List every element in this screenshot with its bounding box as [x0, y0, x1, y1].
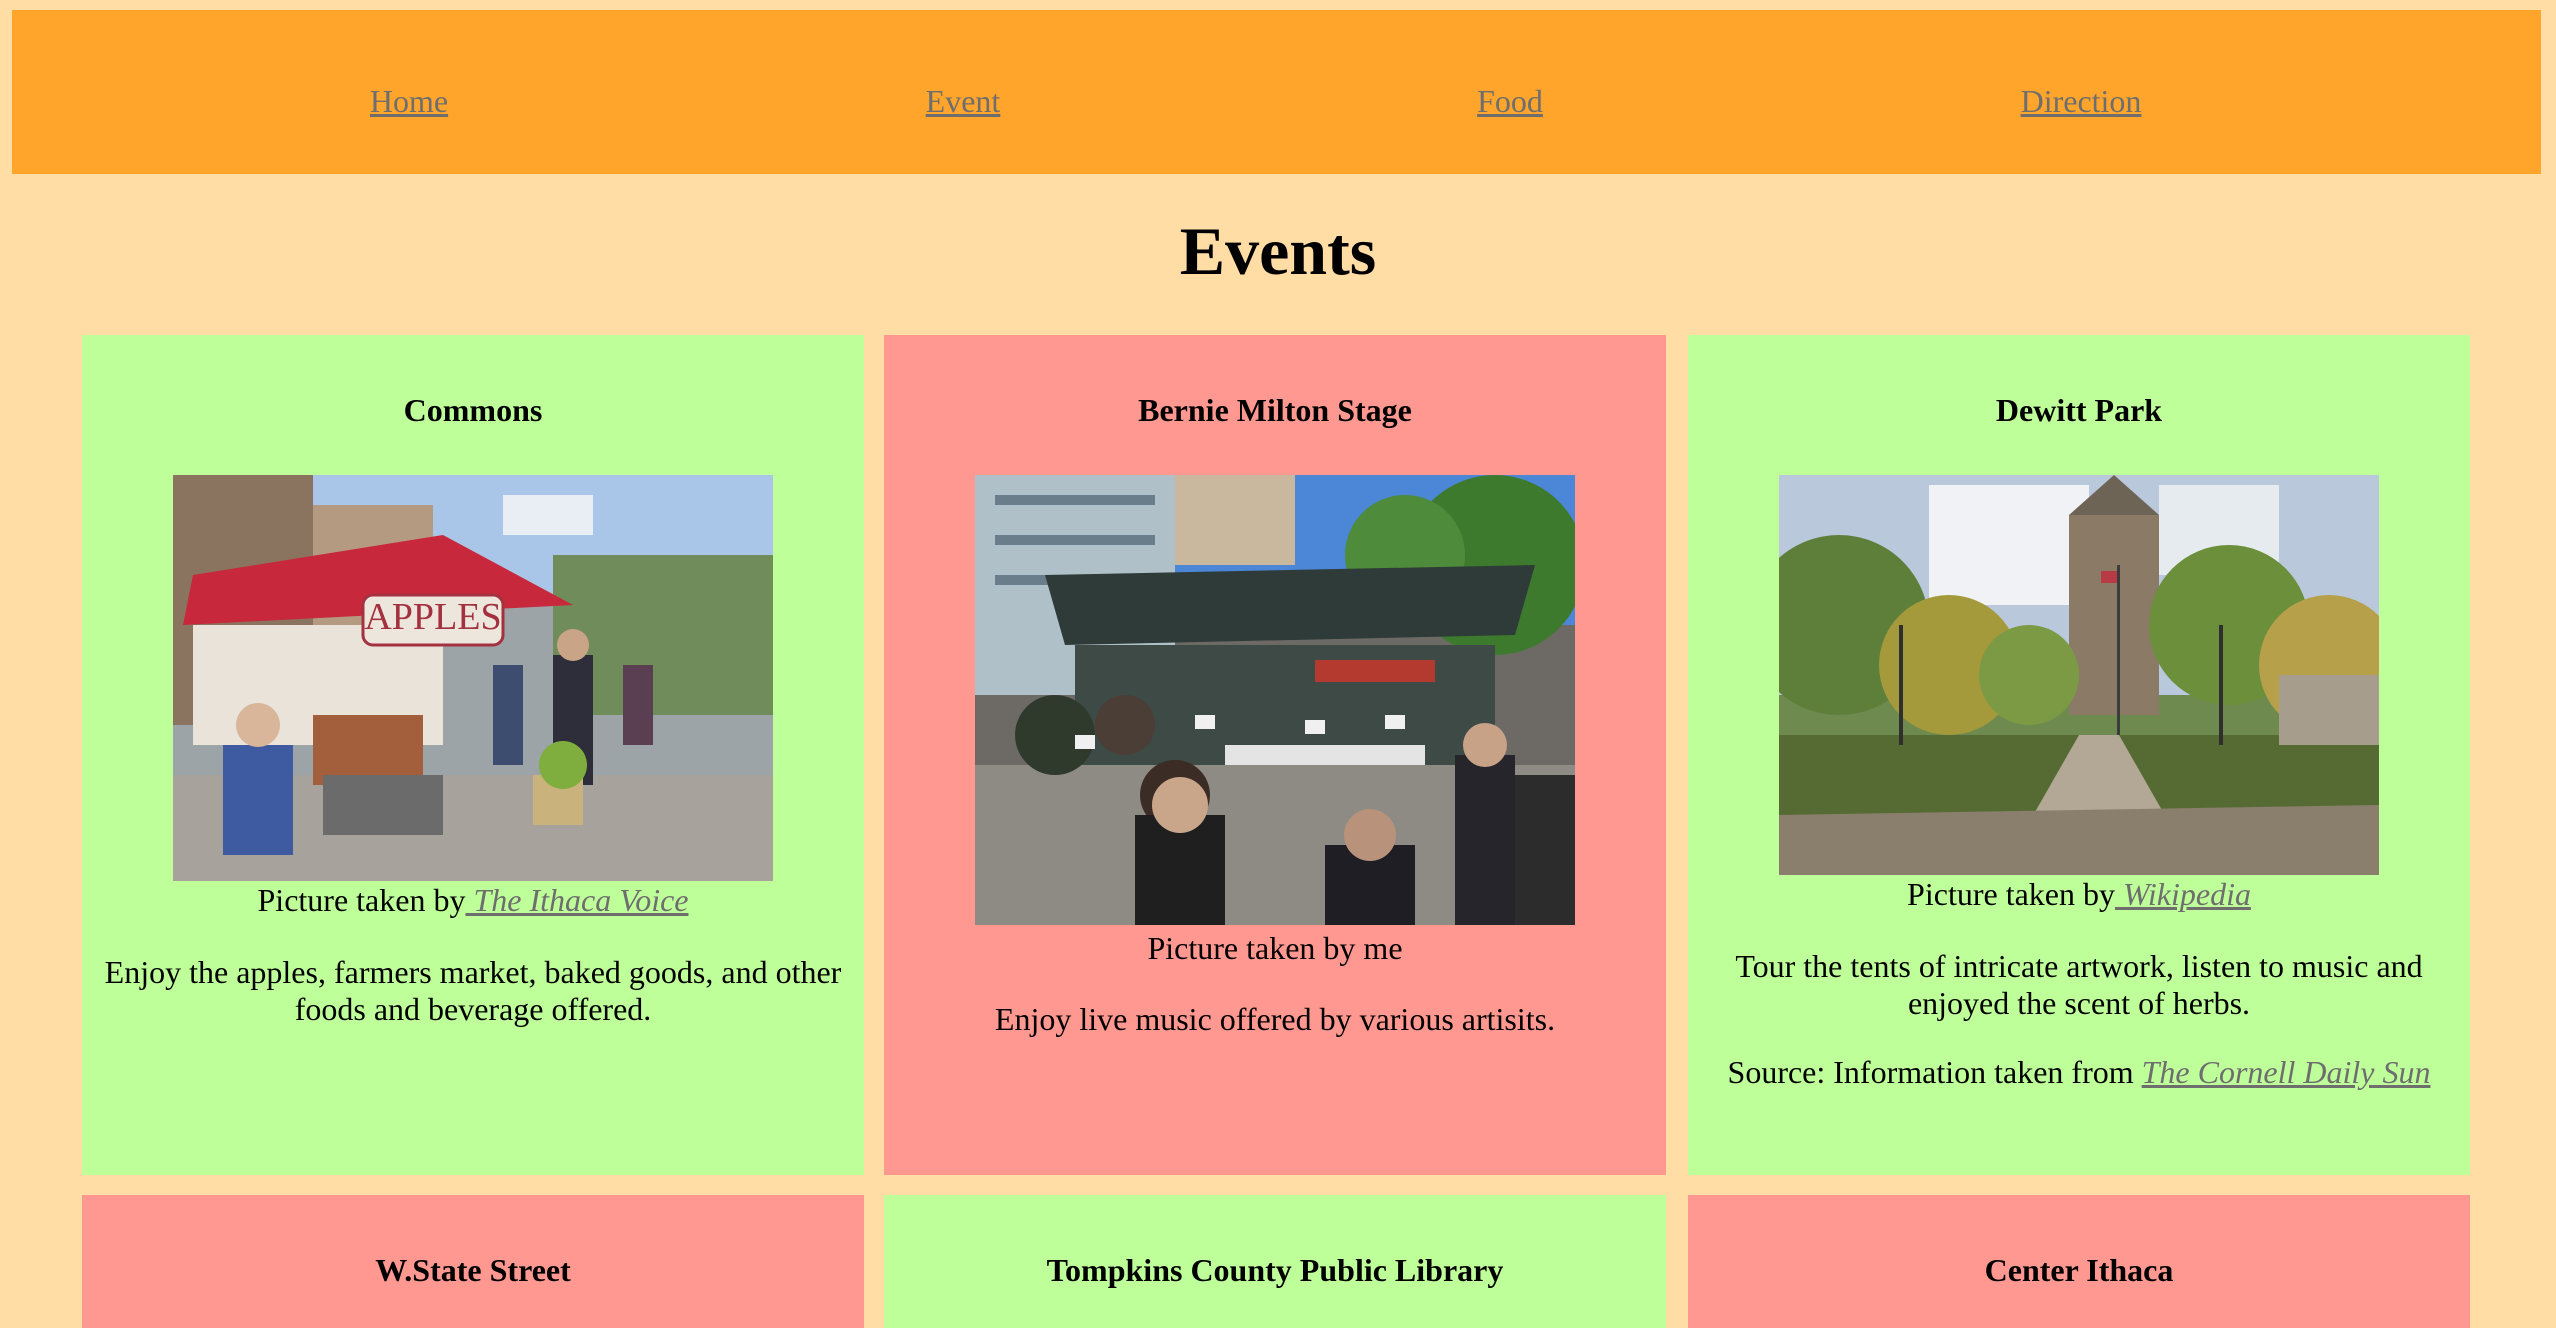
nav-link-direction[interactable]: Direction [2021, 82, 2142, 120]
nav-link-food[interactable]: Food [1477, 82, 1543, 120]
card-title: Bernie Milton Stage [1138, 392, 1412, 428]
photo-caption: Picture taken by The Ithaca Voice [82, 881, 864, 919]
event-card-center-ithaca: Center Ithaca [1688, 1195, 2470, 1328]
card-description: Tour the tents of intricate artwork, lis… [1735, 948, 2423, 1021]
page: Home Event Food Direction Events Commons… [0, 0, 2556, 1328]
card-title: Dewitt Park [1995, 392, 2163, 428]
navbar: Home Event Food Direction [12, 10, 2541, 174]
apples-sign-text: APPLES [364, 596, 501, 638]
source-line: Source: Information taken from The Corne… [1688, 1053, 2470, 1091]
wikipedia-link[interactable]: Wikipedia [2115, 876, 2251, 912]
event-card-dewitt-park: Dewitt Park Picture taken by Wikipedia T… [1688, 335, 2470, 1175]
photo-caption: Picture taken by me [1147, 930, 1403, 966]
card-description: Enjoy the apples, farmers market, baked … [104, 954, 842, 1027]
commons-photo: APPLES [173, 475, 773, 881]
nav-link-home[interactable]: Home [370, 82, 448, 120]
card-description: Enjoy live music offered by various arti… [994, 1001, 1556, 1037]
page-title: Events [1179, 213, 1377, 289]
card-title: Tompkins County Public Library [1046, 1252, 1504, 1288]
cornell-daily-sun-link[interactable]: The Cornell Daily Sun [2142, 1054, 2431, 1090]
ithaca-voice-link[interactable]: The Ithaca Voice [465, 882, 688, 918]
bernie-milton-stage-photo [975, 475, 1575, 925]
event-card-commons: Commons APPLES Picture taken by The Itha… [82, 335, 864, 1175]
event-card-w-state-street: W.State Street [82, 1195, 864, 1328]
photo-caption: Picture taken by Wikipedia [1688, 875, 2470, 913]
dewitt-park-photo [1779, 475, 2379, 875]
caption-text: Picture taken by [257, 882, 466, 918]
card-title: W.State Street [375, 1252, 571, 1288]
event-card-tompkins-county-public-library: Tompkins County Public Library [884, 1195, 1666, 1328]
source-text: Source: Information taken from [1727, 1054, 2142, 1090]
card-title: Center Ithaca [1984, 1252, 2174, 1288]
caption-text: Picture taken by [1907, 876, 2115, 912]
card-title: Commons [403, 392, 543, 428]
event-card-bernie-milton-stage: Bernie Milton Stage Picture taken by me … [884, 335, 1666, 1175]
nav-link-event[interactable]: Event [926, 82, 1001, 120]
